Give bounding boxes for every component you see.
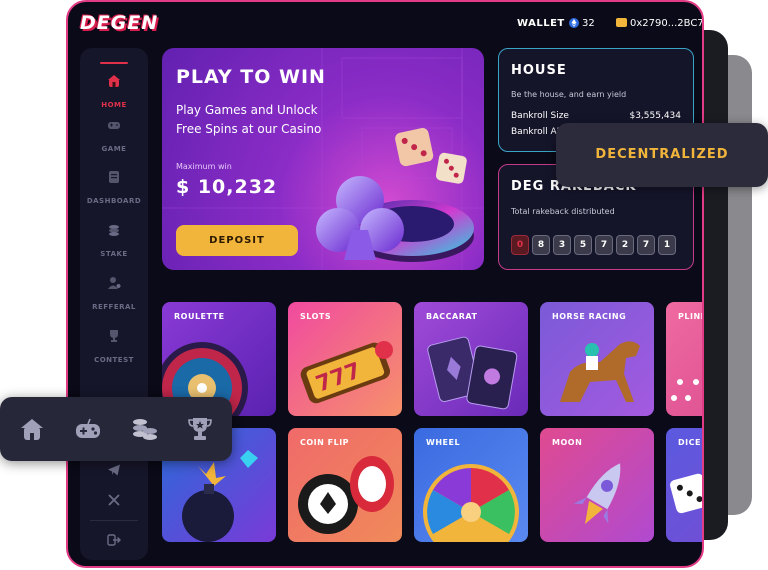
sidebar-item-dashboard[interactable]: DASHBOARD <box>80 170 148 207</box>
game-tile-dice[interactable]: DICE <box>666 428 702 542</box>
house-title: HOUSE <box>511 63 567 78</box>
sidebar-label: GAME <box>101 145 127 153</box>
counter-digit: 7 <box>637 235 655 255</box>
bankroll-apr-label: Bankroll AP <box>511 127 563 137</box>
sidebar-label: CONTEST <box>94 356 134 364</box>
wallet-balance: 32 <box>582 18 595 29</box>
sidebar-label: STAKE <box>100 250 128 258</box>
tile-label: DICE <box>678 438 701 447</box>
max-win-label: Maximum win <box>176 162 232 171</box>
sidebar-item-referral[interactable]: REFFERAL <box>80 276 148 313</box>
decentralized-badge: DECENTRALIZED <box>556 123 768 187</box>
tile-label: SLOTS <box>300 312 332 321</box>
counter-digit: 8 <box>532 235 550 255</box>
tile-label: ROULETTE <box>174 312 225 321</box>
counter-digit: 5 <box>574 235 592 255</box>
deposit-button[interactable]: DEPOSIT <box>176 225 298 256</box>
tile-label: BACCARAT <box>426 312 478 321</box>
game-tile-baccarat[interactable]: BACCARAT <box>414 302 528 416</box>
logout-icon[interactable] <box>107 533 121 547</box>
tile-label: HORSE RACING <box>552 312 627 321</box>
top-bar: DEGEN WALLET 32 0x2790...2BC7 <box>68 2 702 44</box>
casino-chip-dice-illustration <box>316 128 474 262</box>
hero-banner: PLAY TO WIN Play Games and Unlock Free S… <box>162 48 484 270</box>
tile-label: MOON <box>552 438 583 447</box>
badge-text: DECENTRALIZED <box>595 147 729 162</box>
gamepad-icon <box>108 122 120 129</box>
trophy-icon[interactable] <box>186 415 214 443</box>
game-tile-slots[interactable]: 777 SLOTS <box>288 302 402 416</box>
sidebar-item-contest[interactable]: CONTEST <box>80 329 148 366</box>
sidebar-item-game[interactable]: GAME <box>80 118 148 155</box>
game-tile-moon[interactable]: MOON <box>540 428 654 542</box>
home-icon[interactable] <box>18 415 46 443</box>
max-win-amount: $ 10,232 <box>176 176 278 198</box>
logo[interactable]: DEGEN <box>80 12 158 34</box>
wallet-address[interactable]: 0x2790...2BC7 <box>630 18 702 29</box>
ethereum-icon <box>569 18 579 28</box>
mobile-nav-bar <box>0 397 232 461</box>
counter-digit: 3 <box>553 235 571 255</box>
wallet-icon <box>616 18 627 27</box>
game-tile-coin-flip[interactable]: COIN FLIP <box>288 428 402 542</box>
active-indicator <box>100 62 128 64</box>
telegram-icon[interactable] <box>107 463 121 477</box>
home-icon <box>108 75 120 87</box>
referral-icon <box>108 277 121 289</box>
sidebar-label: DASHBOARD <box>86 197 142 205</box>
rakeback-subtitle: Total rakeback distributed <box>511 207 615 216</box>
rakeback-counter: 0 8 3 5 7 2 7 1 <box>511 235 676 255</box>
bankroll-size-value: $3,555,434 <box>629 111 681 121</box>
dashboard-icon <box>109 171 119 183</box>
coins-icon[interactable] <box>130 415 158 443</box>
game-tile-horse-racing[interactable]: HORSE RACING <box>540 302 654 416</box>
gamepad-icon[interactable] <box>74 415 102 443</box>
sidebar-item-stake[interactable]: STAKE <box>80 223 148 260</box>
stage: DEGEN WALLET 32 0x2790...2BC7 HOME GAME … <box>0 0 768 570</box>
tile-label: PLINKO <box>678 312 702 321</box>
coins-icon <box>109 225 119 236</box>
sidebar-divider <box>90 520 138 521</box>
game-tile-plinko[interactable]: PLINKO <box>666 302 702 416</box>
x-icon[interactable] <box>107 493 121 507</box>
counter-digit: 1 <box>658 235 676 255</box>
hero-title: PLAY TO WIN <box>176 66 326 88</box>
trophy-icon <box>110 330 118 342</box>
counter-digit: 7 <box>595 235 613 255</box>
bankroll-size-label: Bankroll Size <box>511 111 569 121</box>
tile-label: COIN FLIP <box>300 438 350 447</box>
sidebar: HOME GAME DASHBOARD STAKE REFFERAL CONTE… <box>80 48 148 560</box>
sidebar-label: HOME <box>101 101 127 109</box>
game-tile-wheel[interactable]: WHEEL <box>414 428 528 542</box>
counter-digit: 0 <box>511 235 529 255</box>
house-subtitle: Be the house, and earn yield <box>511 90 627 99</box>
sidebar-label: REFFERAL <box>92 303 136 311</box>
counter-digit: 2 <box>616 235 634 255</box>
sidebar-item-home[interactable]: HOME <box>80 60 148 111</box>
wallet-label: WALLET <box>517 18 565 29</box>
tile-label: WHEEL <box>426 438 461 447</box>
app-window: DEGEN WALLET 32 0x2790...2BC7 HOME GAME … <box>66 0 704 568</box>
